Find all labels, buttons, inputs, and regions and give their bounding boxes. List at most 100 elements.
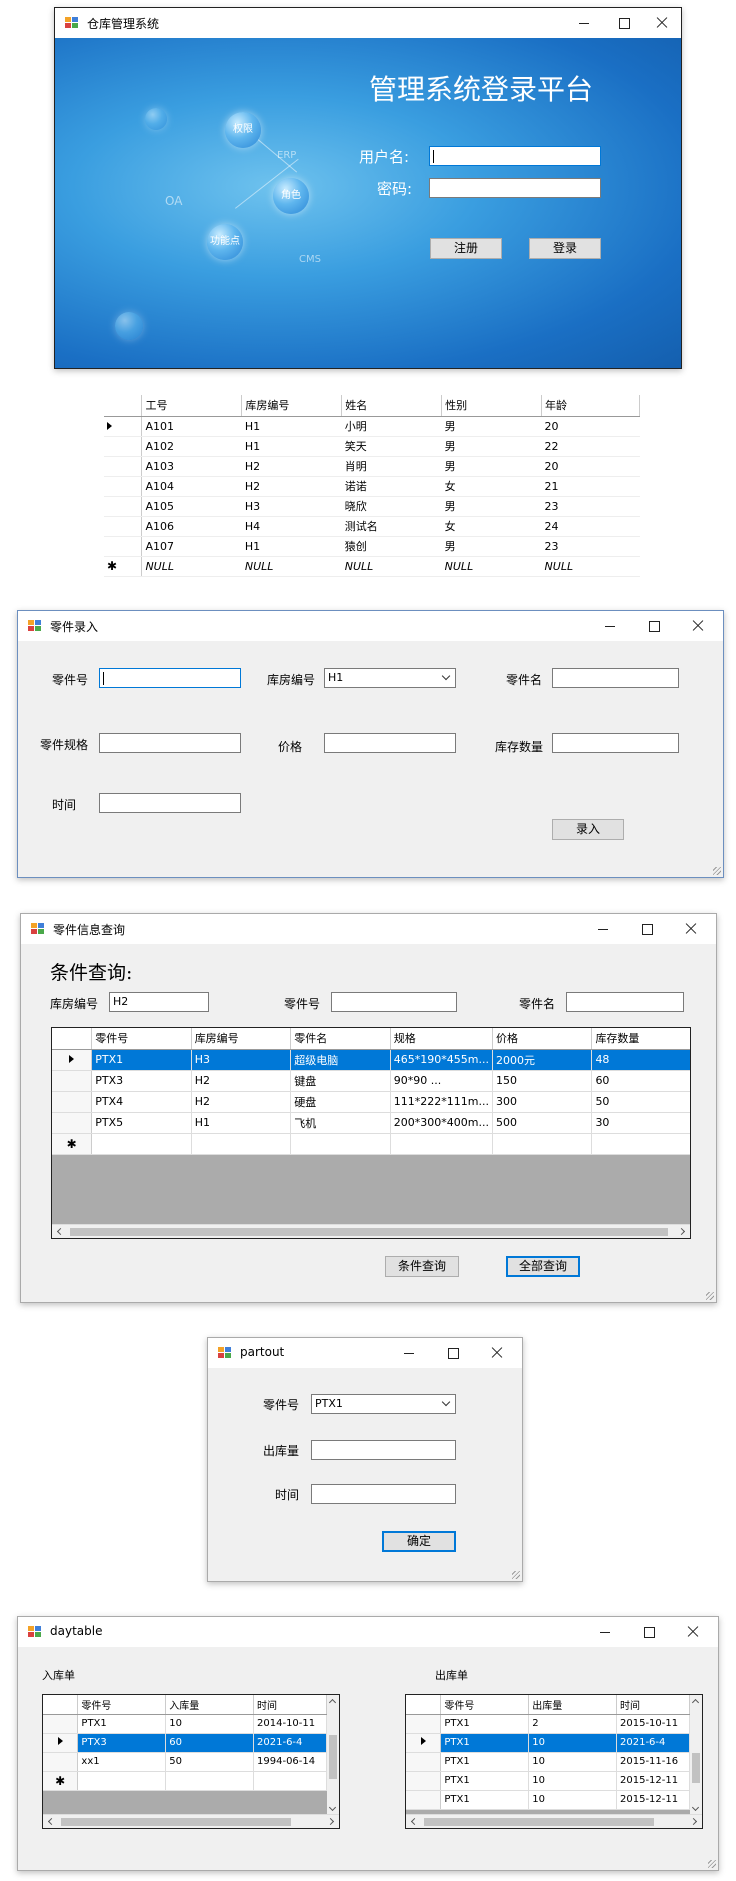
table-cell[interactable]: 笑天 — [341, 436, 442, 457]
scroll-thumb[interactable] — [329, 1735, 337, 1779]
part-name-input[interactable] — [552, 668, 679, 688]
scroll-thumb[interactable] — [424, 1818, 654, 1826]
ok-button[interactable]: 确定 — [382, 1531, 456, 1552]
table-cell[interactable]: PTX1 — [77, 1714, 167, 1734]
table-cell[interactable]: PTX5 — [91, 1112, 192, 1134]
row-header[interactable] — [104, 416, 143, 437]
row-header[interactable] — [406, 1733, 442, 1753]
table-cell[interactable]: A104 — [141, 476, 242, 497]
new-row[interactable]: ✱ — [52, 1133, 690, 1155]
table-cell[interactable]: A105 — [141, 496, 242, 517]
minimize-icon[interactable] — [595, 615, 625, 637]
row-header[interactable] — [104, 496, 143, 517]
row-header[interactable] — [43, 1752, 79, 1772]
scroll-up-icon[interactable] — [691, 1698, 700, 1707]
password-input[interactable] — [429, 178, 601, 198]
table-cell[interactable]: H2 — [241, 476, 342, 497]
column-header[interactable]: 工号 — [141, 395, 243, 417]
table-cell[interactable]: PTX1 — [440, 1733, 530, 1753]
table-row[interactable]: A101 H1 小明男 20 — [104, 416, 640, 437]
table-cell[interactable]: 男 — [441, 436, 542, 457]
table-cell[interactable]: A106 — [141, 516, 242, 537]
table-cell[interactable] — [77, 1771, 167, 1791]
submit-button[interactable]: 录入 — [552, 819, 624, 840]
column-header[interactable]: 规格 — [390, 1028, 493, 1050]
table-cell[interactable]: H2 — [191, 1091, 292, 1113]
table-cell[interactable]: 2 — [528, 1714, 617, 1734]
table-cell[interactable]: A102 — [141, 436, 242, 457]
table-cell[interactable]: A107 — [141, 536, 242, 557]
qty-input[interactable] — [311, 1440, 456, 1460]
minimize-icon[interactable] — [569, 12, 599, 34]
table-cell[interactable]: H2 — [241, 456, 342, 477]
table-cell[interactable]: 诺诺 — [341, 476, 442, 497]
column-header[interactable]: 时间 — [616, 1695, 690, 1715]
scroll-right-icon[interactable] — [326, 1817, 335, 1826]
scroll-thumb[interactable] — [61, 1818, 291, 1826]
table-row[interactable]: PTX1 10 2015-12-11 — [406, 1771, 690, 1791]
table-cell[interactable]: 20 — [541, 456, 640, 477]
table-row[interactable]: PTX1 10 2014-10-11 — [43, 1714, 327, 1734]
table-cell[interactable]: 30 — [591, 1112, 690, 1134]
scroll-right-icon[interactable] — [689, 1817, 698, 1826]
table-cell[interactable]: 2015-12-11 — [616, 1790, 690, 1810]
table-row[interactable]: PTX4 H2 硬盘 111*222*111m... 300 50 — [52, 1091, 690, 1113]
table-cell[interactable] — [191, 1133, 292, 1155]
table-cell[interactable]: NULL — [141, 556, 242, 577]
table-cell[interactable]: 10 — [165, 1714, 255, 1734]
table-cell[interactable]: PTX1 — [440, 1714, 530, 1734]
query-all-button[interactable]: 全部查询 — [506, 1256, 580, 1277]
table-cell[interactable]: 465*190*455m... — [390, 1049, 493, 1071]
part-name-input[interactable] — [566, 992, 684, 1012]
table-cell[interactable]: H1 — [191, 1112, 292, 1134]
table-row[interactable]: PTX5 H1 飞机 200*300*400m... 500 30 — [52, 1112, 690, 1134]
scroll-right-icon[interactable] — [677, 1227, 686, 1236]
row-header[interactable] — [406, 1714, 442, 1734]
row-header[interactable] — [104, 536, 143, 557]
table-cell[interactable]: PTX1 — [440, 1752, 530, 1772]
row-header[interactable] — [104, 516, 143, 537]
row-header[interactable] — [52, 1091, 93, 1113]
table-cell[interactable]: 20 — [541, 416, 640, 437]
table-row[interactable]: PTX1 10 2021-6-4 — [406, 1733, 690, 1753]
maximize-icon[interactable] — [634, 1621, 664, 1643]
spec-input[interactable] — [99, 733, 241, 753]
close-icon[interactable] — [683, 615, 713, 637]
table-cell[interactable]: 2021-6-4 — [616, 1733, 690, 1753]
table-cell[interactable]: PTX3 — [91, 1070, 192, 1092]
table-cell[interactable] — [165, 1771, 255, 1791]
table-cell[interactable]: PTX1 — [440, 1771, 530, 1791]
column-header[interactable]: 时间 — [253, 1695, 327, 1715]
new-row[interactable]: ✱ NULL NULL NULL NULL NULL — [104, 556, 640, 577]
table-row[interactable]: PTX3 H2 键盘 90*90 ... 150 60 — [52, 1070, 690, 1092]
table-row[interactable]: PTX3 60 2021-6-4 — [43, 1733, 327, 1753]
table-cell[interactable]: 24 — [541, 516, 640, 537]
column-header[interactable]: 零件名 — [290, 1028, 391, 1050]
table-row[interactable]: PTX1 10 2015-12-11 — [406, 1790, 690, 1810]
table-cell[interactable]: 23 — [541, 496, 640, 517]
table-cell[interactable]: 150 — [492, 1070, 593, 1092]
table-cell[interactable]: 2014-10-11 — [253, 1714, 327, 1734]
table-cell[interactable]: 2015-11-16 — [616, 1752, 690, 1772]
table-cell[interactable]: 50 — [591, 1091, 690, 1113]
table-cell[interactable]: 300 — [492, 1091, 593, 1113]
table-cell[interactable]: 10 — [528, 1733, 617, 1753]
row-header[interactable] — [52, 1112, 93, 1134]
table-cell[interactable]: PTX4 — [91, 1091, 192, 1113]
part-no-select[interactable]: PTX1 — [311, 1394, 456, 1414]
table-cell[interactable]: NULL — [541, 556, 640, 577]
table-cell[interactable]: 48 — [591, 1049, 690, 1071]
table-row[interactable]: A103 H2 肖明男 20 — [104, 456, 640, 477]
table-cell[interactable]: 猿创 — [341, 536, 442, 557]
column-header[interactable]: 年龄 — [541, 395, 640, 417]
close-icon[interactable] — [647, 12, 677, 34]
table-cell[interactable]: 飞机 — [290, 1112, 391, 1134]
new-row[interactable]: ✱ — [43, 1771, 327, 1791]
table-cell[interactable]: 60 — [165, 1733, 255, 1753]
register-button[interactable]: 注册 — [430, 238, 502, 259]
column-header[interactable]: 零件号 — [77, 1695, 167, 1715]
column-header[interactable]: 姓名 — [341, 395, 443, 417]
table-cell[interactable]: PTX1 — [440, 1790, 530, 1810]
table-cell[interactable]: H1 — [241, 536, 342, 557]
table-cell[interactable]: H2 — [191, 1070, 292, 1092]
